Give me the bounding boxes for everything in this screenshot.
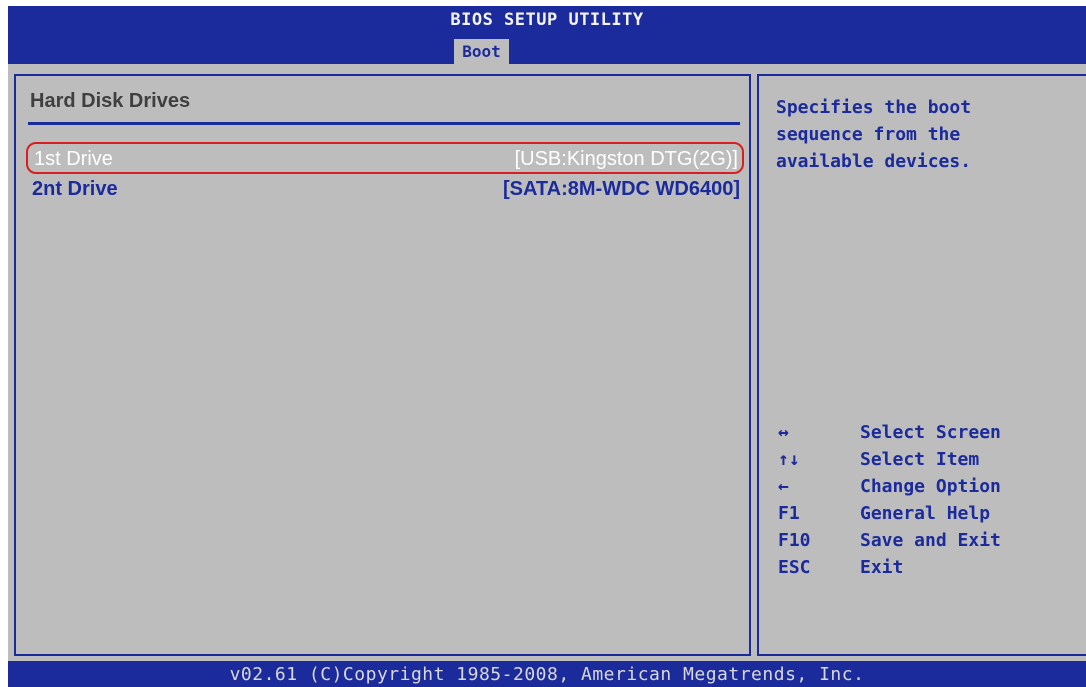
drive-value: [SATA:8M-WDC WD6400] — [502, 178, 740, 200]
key-esc: ESC — [778, 557, 811, 578]
key-legend-row: ↔ Select Screen — [778, 422, 1078, 449]
drive-label: 2nt Drive — [32, 178, 118, 200]
key-legend: ↔ Select Screen ↑↓ Select Item ← Change … — [778, 422, 1078, 584]
title-bar: BIOS SETUP UTILITY Boot — [8, 6, 1086, 64]
bios-title: BIOS SETUP UTILITY — [450, 10, 644, 30]
left-arrow-icon: ← — [778, 476, 789, 497]
boot-drive-row-1st[interactable]: 1st Drive [USB:Kingston DTG(2G)] — [26, 142, 744, 174]
drive-value: [USB:Kingston DTG(2G)] — [514, 148, 738, 170]
key-legend-row: F1 General Help — [778, 503, 1078, 530]
key-legend-row: F10 Save and Exit — [778, 530, 1078, 557]
key-legend-row: ↑↓ Select Item — [778, 449, 1078, 476]
settings-panel: Hard Disk Drives 1st Drive [USB:Kingston… — [14, 74, 751, 656]
section-divider — [28, 122, 740, 125]
key-f10: F10 — [778, 530, 811, 551]
boot-drive-row-2nd[interactable]: 2nt Drive [SATA:8M-WDC WD6400] — [26, 174, 744, 206]
help-description: Specifies the boot sequence from the ava… — [776, 97, 972, 172]
key-action: Select Screen — [860, 422, 1001, 443]
tab-boot[interactable]: Boot — [454, 39, 509, 64]
section-title: Hard Disk Drives — [30, 90, 191, 112]
help-panel: Specifies the boot sequence from the ava… — [757, 74, 1086, 656]
key-legend-row: ← Change Option — [778, 476, 1078, 503]
copyright-footer: v02.61 (C)Copyright 1985-2008, American … — [8, 661, 1086, 687]
key-f1: F1 — [778, 503, 800, 524]
bios-screen: BIOS SETUP UTILITY Boot Hard Disk Drives… — [0, 0, 1086, 687]
key-legend-row: ESC Exit — [778, 557, 1078, 584]
key-action: Select Item — [860, 449, 980, 470]
key-action: Save and Exit — [860, 530, 1001, 551]
key-action: General Help — [860, 503, 991, 524]
key-action: Exit — [860, 557, 904, 578]
main-area: Hard Disk Drives 1st Drive [USB:Kingston… — [8, 64, 1086, 661]
drive-label: 1st Drive — [34, 148, 113, 170]
up-down-arrow-icon: ↑↓ — [778, 449, 800, 470]
left-right-arrow-icon: ↔ — [778, 422, 789, 443]
key-action: Change Option — [860, 476, 1001, 497]
